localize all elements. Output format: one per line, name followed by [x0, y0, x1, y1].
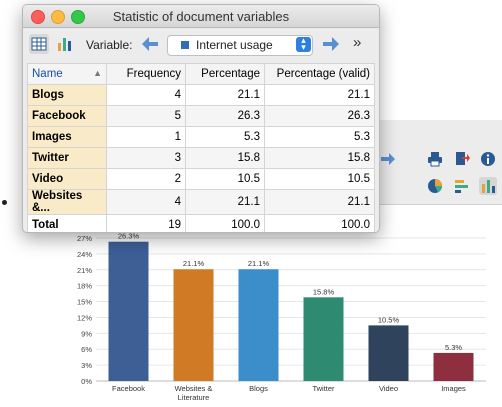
- y-tick-label: 18%: [77, 282, 92, 291]
- row-percentage: 10.5: [185, 168, 265, 190]
- row-frequency: 5: [106, 105, 186, 127]
- x-tick-label: Blogs: [249, 384, 268, 393]
- column-header-percentage-valid[interactable]: Percentage (valid): [264, 63, 375, 85]
- table-row[interactable]: Blogs 4 21.1 21.1: [27, 84, 375, 106]
- row-percentage-valid: 15.8: [264, 147, 375, 169]
- data-label: 21.1%: [183, 259, 205, 268]
- variable-select[interactable]: Internet usage ▴ ▾: [167, 35, 313, 56]
- total-frequency: 19: [106, 214, 186, 232]
- table-row[interactable]: Websites &... 4 21.1 21.1: [27, 189, 375, 215]
- horizontal-bars-icon[interactable]: [454, 178, 470, 194]
- info-icon[interactable]: [480, 151, 496, 167]
- bar: [433, 352, 474, 381]
- row-name: Images: [27, 126, 107, 148]
- data-label: 10.5%: [378, 315, 400, 324]
- row-name: Blogs: [27, 84, 107, 106]
- x-tick-label: Video: [379, 384, 398, 393]
- y-tick-label: 21%: [77, 266, 92, 275]
- y-tick-label: 6%: [81, 345, 92, 354]
- total-percentage-valid: 100.0: [264, 214, 375, 232]
- row-frequency: 4: [106, 189, 186, 215]
- dialog-title: Statistic of document variables: [112, 9, 290, 24]
- variable-color-swatch: [181, 41, 189, 49]
- row-percentage: 26.3: [185, 105, 265, 127]
- bar: [108, 241, 149, 381]
- table-row[interactable]: Images 1 5.3 5.3: [27, 126, 375, 148]
- bar-chart-icon: [58, 38, 71, 51]
- row-percentage-valid: 21.1: [264, 84, 375, 106]
- bar-chart-icon[interactable]: [479, 177, 497, 195]
- row-percentage-valid: 21.1: [264, 189, 375, 215]
- bar: [173, 269, 214, 381]
- print-icon[interactable]: [427, 151, 443, 167]
- row-percentage-valid: 5.3: [264, 126, 375, 148]
- variable-select-value: Internet usage: [196, 38, 273, 52]
- stepper-icon: ▴ ▾: [296, 36, 311, 52]
- table-icon: [31, 37, 47, 51]
- data-label: 5.3%: [445, 343, 462, 352]
- column-header-frequency[interactable]: Frequency: [106, 63, 186, 85]
- row-percentage-valid: 10.5: [264, 168, 375, 190]
- x-tick-label: Facebook: [112, 384, 145, 393]
- arrow-right-icon: [323, 37, 339, 51]
- next-variable-button[interactable]: [322, 36, 340, 57]
- y-tick-label: 27%: [77, 234, 92, 243]
- more-options-icon[interactable]: »: [353, 34, 361, 51]
- y-tick-label: 0%: [81, 377, 92, 386]
- y-tick-label: 9%: [81, 329, 92, 338]
- list-bullet: [2, 200, 7, 205]
- column-header-percentage[interactable]: Percentage: [185, 63, 265, 85]
- chart-view-button[interactable]: [55, 34, 75, 54]
- row-frequency: 3: [106, 147, 186, 169]
- statistics-dialog: Statistic of document variables Variable…: [22, 4, 380, 233]
- row-frequency: 1: [106, 126, 186, 148]
- row-frequency: 2: [106, 168, 186, 190]
- bar: [238, 269, 279, 381]
- row-name: Websites &...: [27, 189, 107, 215]
- previous-variable-button[interactable]: [141, 36, 159, 57]
- table-header-row: Name ▲ Frequency Percentage Percentage (v…: [27, 63, 375, 85]
- row-percentage: 5.3: [185, 126, 265, 148]
- arrow-left-icon: [142, 37, 158, 51]
- x-tick-label: Images: [441, 384, 466, 393]
- bar-chart: 0% 3% 6% 9% 12% 15% 18% 21% 24% 27% 26.3% Facebook 2…: [77, 232, 486, 402]
- column-header-name[interactable]: Name ▲: [27, 63, 107, 85]
- data-label: 21.1%: [248, 259, 270, 268]
- y-tick-label: 24%: [77, 250, 92, 259]
- export-icon[interactable]: [454, 151, 470, 167]
- bar: [368, 325, 409, 381]
- table-total-row: Total 19 100.0 100.0: [27, 214, 375, 232]
- row-frequency: 4: [106, 84, 186, 106]
- sort-ascending-icon: ▲: [93, 68, 102, 78]
- y-tick-label: 12%: [77, 313, 92, 322]
- dialog-toolbar: Variable: Internet usage ▴ ▾ »: [23, 28, 379, 62]
- table-row[interactable]: Video 2 10.5 10.5: [27, 168, 375, 190]
- data-label: 26.3%: [118, 232, 140, 241]
- variable-label: Variable:: [86, 38, 133, 52]
- statistics-table: Name ▲ Frequency Percentage Percentage (v…: [27, 63, 375, 232]
- table-row[interactable]: Twitter 3 15.8 15.8: [27, 147, 375, 169]
- bar: [303, 297, 344, 381]
- pie-chart-icon[interactable]: [427, 178, 443, 194]
- table-row[interactable]: Facebook 5 26.3 26.3: [27, 105, 375, 127]
- arrow-right-icon[interactable]: [380, 151, 396, 167]
- data-label: 15.8%: [313, 287, 335, 296]
- row-name: Video: [27, 168, 107, 190]
- row-percentage-valid: 26.3: [264, 105, 375, 127]
- x-tick-label: Twitter: [312, 384, 335, 393]
- x-tick-label: Websites & Literature: [175, 384, 213, 402]
- row-percentage: 21.1: [185, 84, 265, 106]
- y-tick-label: 3%: [81, 361, 92, 370]
- row-percentage: 15.8: [185, 147, 265, 169]
- table-view-button[interactable]: [29, 34, 49, 54]
- row-percentage: 21.1: [185, 189, 265, 215]
- total-percentage: 100.0: [185, 214, 265, 232]
- row-name: Twitter: [27, 147, 107, 169]
- dialog-titlebar: Statistic of document variables: [23, 5, 379, 28]
- row-name: Facebook: [27, 105, 107, 127]
- y-tick-label: 15%: [77, 298, 92, 307]
- total-label: Total: [27, 214, 107, 232]
